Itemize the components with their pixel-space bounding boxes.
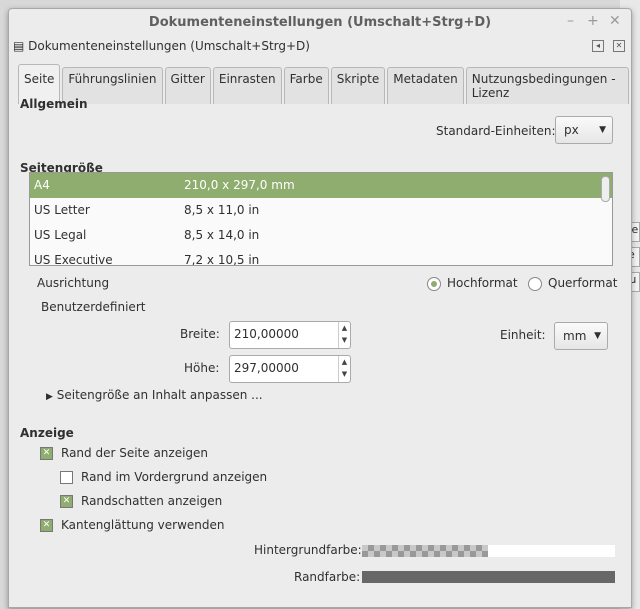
unit-value: mm: [563, 329, 587, 343]
portrait-label: Hochformat: [447, 276, 518, 290]
display-heading: Anzeige: [20, 426, 74, 440]
antialias-label: Kantenglättung verwenden: [61, 518, 225, 532]
tab-farbe[interactable]: Farbe: [283, 67, 329, 104]
document-icon: ▤: [13, 39, 25, 53]
landscape-label: Querformat: [548, 276, 618, 290]
bg-color-label: Hintergrundfarbe:: [254, 543, 362, 557]
bg-color-swatch[interactable]: [362, 545, 615, 557]
tab-skripte[interactable]: Skripte: [330, 67, 386, 104]
list-item[interactable]: US Executive 7,2 x 10,5 in: [30, 248, 612, 266]
size-name: US Executive: [34, 253, 113, 266]
size-name: A4: [34, 178, 50, 192]
list-item[interactable]: US Letter 8,5 x 11,0 in: [30, 198, 612, 223]
list-item[interactable]: US Legal 8,5 x 14,0 in: [30, 223, 612, 248]
size-name: US Letter: [34, 203, 90, 217]
fit-page-expander[interactable]: ▶ Seitengröße an Inhalt anpassen ...: [46, 388, 263, 402]
tab-gitter[interactable]: Gitter: [164, 67, 211, 104]
list-item[interactable]: A4 210,0 x 297,0 mm: [30, 173, 612, 198]
size-name: US Legal: [34, 228, 87, 242]
height-value: 297,00000: [234, 361, 299, 375]
checkbox-checked-icon: ✕: [60, 495, 73, 508]
tab-lizenz[interactable]: Nutzungsbedingungen - Lizenz: [465, 67, 629, 104]
list-scrollbar[interactable]: [601, 176, 610, 202]
fit-label: Seitengröße an Inhalt anpassen ...: [56, 388, 263, 402]
page-size-list[interactable]: A4 210,0 x 297,0 mm US Letter 8,5 x 11,0 i…: [29, 172, 613, 266]
show-border-checkbox[interactable]: ✕ Rand der Seite anzeigen: [40, 446, 208, 460]
checkbox-checked-icon: ✕: [40, 519, 53, 532]
tab-bar: Seite Führungslinien Gitter Einrasten Fa…: [18, 64, 631, 104]
window-title: Dokumenteneinstellungen (Umschalt+Strg+D…: [148, 15, 492, 30]
portrait-radio[interactable]: Hochformat: [427, 276, 518, 291]
width-input[interactable]: 210,00000 ▲ ▼: [229, 321, 351, 349]
spin-arrows-icon[interactable]: ▲ ▼: [338, 322, 350, 348]
chevron-down-icon: ▼: [599, 125, 606, 135]
checkbox-checked-icon: ✕: [40, 447, 53, 460]
border-shadow-checkbox[interactable]: ✕ Randschatten anzeigen: [60, 494, 222, 508]
width-value: 210,00000: [234, 327, 299, 341]
border-on-top-checkbox[interactable]: Rand im Vordergrund anzeigen: [60, 470, 267, 484]
units-value: px: [564, 123, 579, 137]
custom-label: Benutzerdefiniert: [41, 300, 146, 314]
border-shadow-label: Randschatten anzeigen: [81, 494, 223, 508]
spin-arrows-icon[interactable]: ▲ ▼: [338, 356, 350, 382]
height-input[interactable]: 297,00000 ▲ ▼: [229, 355, 351, 383]
landscape-radio[interactable]: Querformat: [528, 276, 617, 291]
size-dims: 210,0 x 297,0 mm: [184, 178, 295, 192]
minimize-button[interactable]: –: [567, 13, 574, 29]
checkbox-icon: [60, 471, 73, 484]
width-label: Breite:: [180, 327, 220, 341]
expander-triangle-icon: ▶: [46, 392, 53, 402]
radio-icon: [427, 276, 441, 291]
unit-select[interactable]: mm ▼: [554, 322, 608, 350]
dock-title-text: Dokumenteneinstellungen (Umschalt+Strg+D…: [28, 39, 310, 53]
antialias-checkbox[interactable]: ✕ Kantenglättung verwenden: [40, 518, 225, 532]
show-border-label: Rand der Seite anzeigen: [61, 446, 209, 460]
border-on-top-label: Rand im Vordergrund anzeigen: [81, 470, 268, 484]
orientation-label: Ausrichtung: [37, 276, 110, 290]
radio-icon: [528, 276, 542, 291]
height-label: Höhe:: [184, 361, 220, 375]
tab-metadaten[interactable]: Metadaten: [387, 67, 464, 104]
border-color-label: Randfarbe:: [294, 570, 361, 584]
general-heading: Allgemein: [20, 97, 88, 111]
size-dims: 7,2 x 10,5 in: [184, 253, 260, 266]
dock-collapse-icon[interactable]: ◂: [592, 40, 604, 52]
dock-close-icon[interactable]: ✕: [613, 40, 625, 52]
size-dims: 8,5 x 14,0 in: [184, 228, 260, 242]
border-color-swatch[interactable]: [362, 571, 615, 583]
maximize-button[interactable]: +: [587, 13, 599, 29]
unit-label: Einheit:: [500, 328, 546, 342]
size-dims: 8,5 x 11,0 in: [184, 203, 260, 217]
units-label: Standard-Einheiten:: [436, 124, 556, 138]
units-select[interactable]: px ▼: [555, 116, 613, 144]
tab-einrasten[interactable]: Einrasten: [212, 67, 282, 104]
checkerboard-pattern: [362, 545, 488, 557]
close-button[interactable]: ✕: [609, 13, 621, 29]
chevron-down-icon: ▼: [594, 331, 601, 341]
dock-title: ▤ Dokumenteneinstellungen (Umschalt+Strg…: [13, 39, 310, 53]
